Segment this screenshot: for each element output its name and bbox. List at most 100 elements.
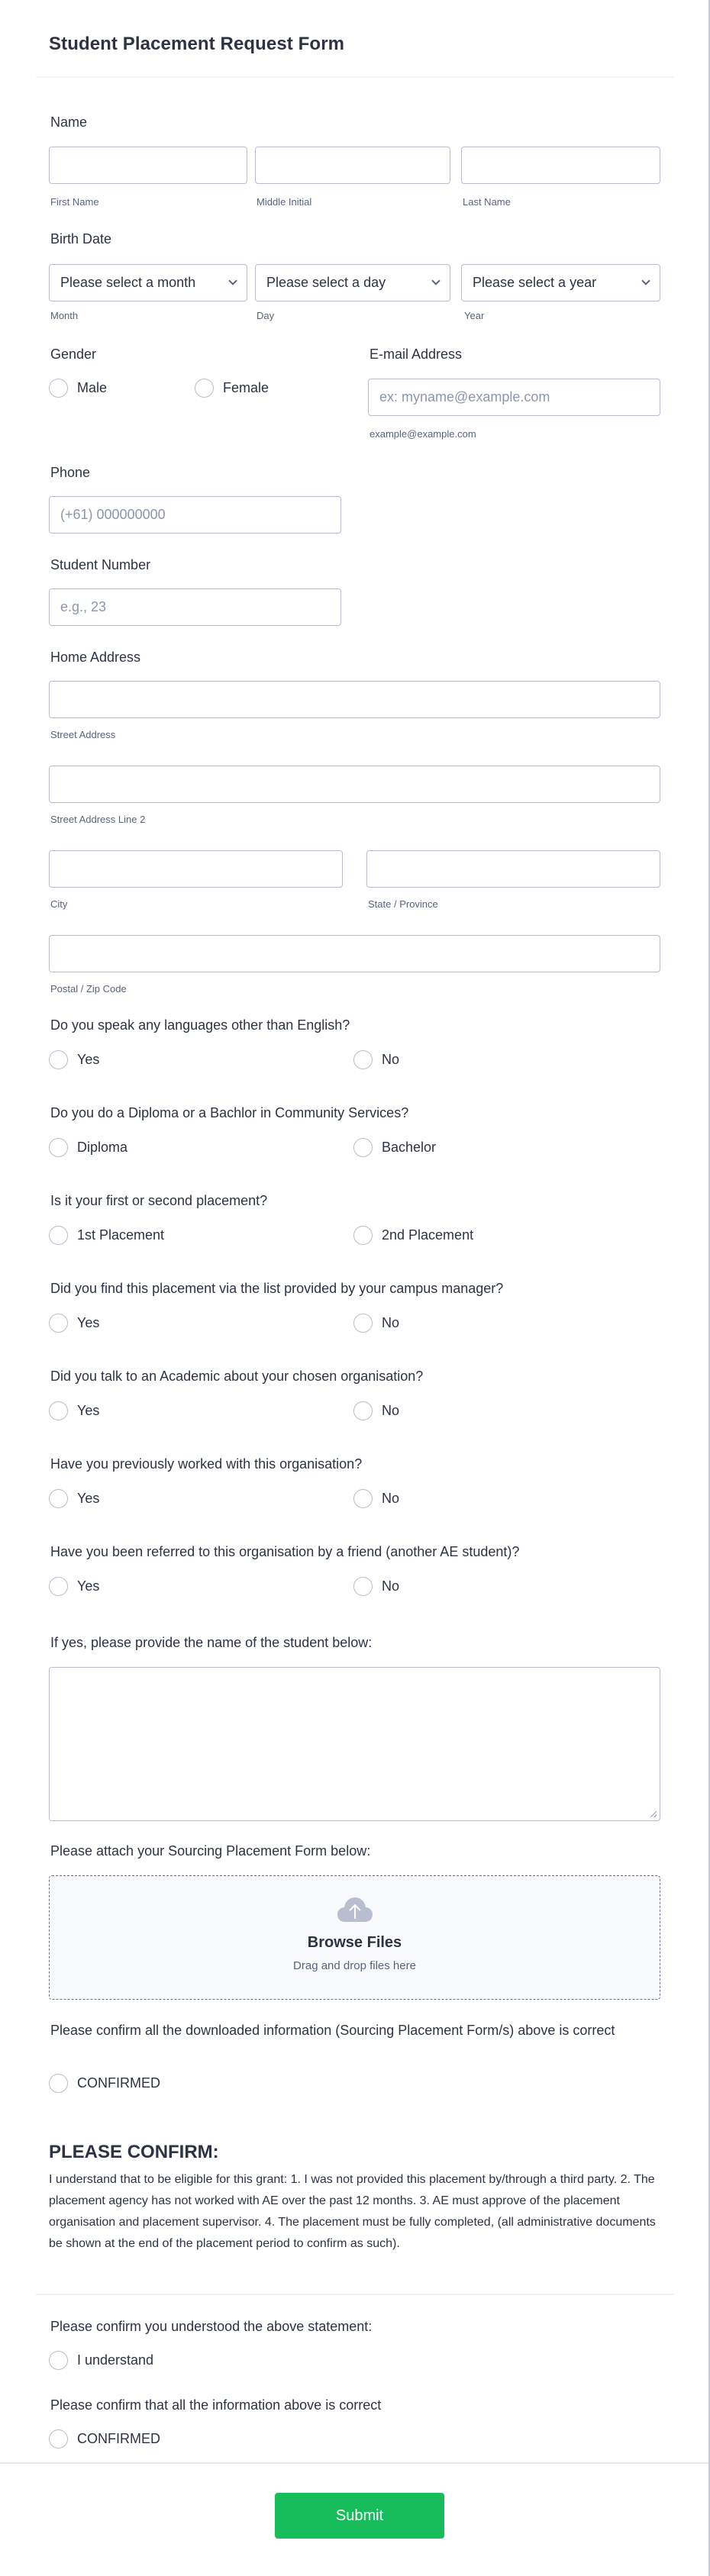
question-label: Do you do a Diploma or a Bachlor in Comm… bbox=[50, 1105, 409, 1120]
radio-circle[interactable] bbox=[49, 1489, 68, 1508]
radio-circle[interactable] bbox=[49, 379, 68, 398]
option-label: CONFIRMED bbox=[77, 2075, 160, 2091]
student-number-input[interactable]: e.g., 23 bbox=[49, 588, 341, 626]
phone-placeholder: (+61) 000000000 bbox=[60, 507, 166, 522]
state-province-sublabel: State / Province bbox=[368, 898, 438, 910]
last-name-sublabel: Last Name bbox=[463, 196, 511, 208]
birth-year-select[interactable]: Please select a year bbox=[461, 264, 660, 301]
street-address-line2-sublabel: Street Address Line 2 bbox=[50, 814, 146, 825]
option-label: No bbox=[382, 1491, 400, 1506]
form-title: Student Placement Request Form bbox=[49, 34, 345, 54]
middle-initial-input[interactable] bbox=[255, 147, 450, 184]
confirm-downloaded-option[interactable]: CONFIRMED bbox=[49, 2074, 160, 2093]
referral-name-label: If yes, please provide the name of the s… bbox=[50, 1635, 373, 1650]
header-divider bbox=[36, 76, 674, 78]
city-input[interactable] bbox=[49, 850, 343, 888]
question-label: Did you talk to an Academic about your c… bbox=[50, 1369, 424, 1384]
option-label: No bbox=[382, 1403, 400, 1418]
drag-drop-hint: Drag and drop files here bbox=[293, 1959, 416, 1972]
question-option[interactable]: Yes bbox=[49, 1577, 99, 1596]
chevron-down-icon bbox=[228, 276, 237, 285]
question-option[interactable]: Bachelor bbox=[353, 1138, 436, 1157]
question-label: Have you previously worked with this org… bbox=[50, 1456, 363, 1472]
radio-circle[interactable] bbox=[49, 1577, 68, 1596]
please-confirm-text: I understand that to be eligible for thi… bbox=[49, 2173, 656, 2250]
name-label: Name bbox=[50, 114, 88, 130]
statement-divider bbox=[36, 2294, 674, 2295]
option-label: Yes bbox=[77, 1315, 100, 1330]
browse-files-button[interactable]: Browse Files bbox=[308, 1934, 402, 1952]
radio-circle[interactable] bbox=[353, 1050, 373, 1069]
question-option[interactable]: Yes bbox=[49, 1489, 99, 1508]
radio-circle[interactable] bbox=[49, 1138, 68, 1157]
option-label: 1st Placement bbox=[77, 1227, 165, 1243]
question-option[interactable]: Diploma bbox=[49, 1138, 127, 1157]
radio-circle[interactable] bbox=[49, 1314, 68, 1333]
postal-code-input[interactable] bbox=[49, 935, 660, 972]
file-upload-dropzone[interactable]: Browse Files Drag and drop files here bbox=[49, 1875, 660, 2000]
confirm-all-label: Please confirm that all the information … bbox=[50, 2397, 382, 2413]
question-label: Is it your first or second placement? bbox=[50, 1193, 268, 1208]
question-label: Do you speak any languages other than En… bbox=[50, 1017, 350, 1033]
question-option[interactable]: No bbox=[353, 1577, 399, 1596]
email-sublabel: example@example.com bbox=[370, 428, 476, 440]
radio-circle[interactable] bbox=[49, 2074, 68, 2093]
state-province-input[interactable] bbox=[366, 850, 660, 888]
understood-label: Please confirm you understood the above … bbox=[50, 2319, 373, 2334]
street-address-input[interactable] bbox=[49, 681, 660, 718]
question-option[interactable]: Yes bbox=[49, 1314, 99, 1333]
birth-month-value: Please select a month bbox=[60, 275, 196, 290]
last-name-input[interactable] bbox=[461, 147, 660, 184]
radio-circle[interactable] bbox=[353, 1138, 373, 1157]
phone-label: Phone bbox=[50, 465, 91, 480]
understood-option[interactable]: I understand bbox=[49, 2351, 153, 2370]
radio-circle[interactable] bbox=[353, 1489, 373, 1508]
option-label: No bbox=[382, 1052, 400, 1067]
radio-circle[interactable] bbox=[49, 1401, 68, 1420]
radio-circle[interactable] bbox=[49, 1050, 68, 1069]
radio-circle[interactable] bbox=[353, 1314, 373, 1333]
question-option[interactable]: No bbox=[353, 1050, 399, 1069]
radio-circle[interactable] bbox=[49, 1226, 68, 1245]
phone-input[interactable]: (+61) 000000000 bbox=[49, 496, 341, 534]
option-label: 2nd Placement bbox=[382, 1227, 474, 1243]
question-option[interactable]: 1st Placement bbox=[49, 1226, 164, 1245]
option-label: Yes bbox=[77, 1578, 100, 1594]
question-option[interactable]: Yes bbox=[49, 1401, 99, 1420]
radio-circle[interactable] bbox=[353, 1577, 373, 1596]
city-sublabel: City bbox=[50, 898, 68, 910]
gender-option-female[interactable]: Female bbox=[195, 379, 269, 398]
chevron-down-icon bbox=[641, 276, 650, 285]
gender-option-male[interactable]: Male bbox=[49, 379, 107, 398]
email-input[interactable]: ex: myname@example.com bbox=[368, 379, 660, 416]
please-confirm-heading: PLEASE CONFIRM: bbox=[49, 2142, 219, 2162]
radio-circle[interactable] bbox=[49, 2351, 68, 2370]
birth-month-select[interactable]: Please select a month bbox=[49, 264, 247, 301]
birth-date-label: Birth Date bbox=[50, 231, 112, 247]
student-number-placeholder: e.g., 23 bbox=[60, 599, 107, 614]
question-label: Did you find this placement via the list… bbox=[50, 1281, 504, 1296]
radio-circle[interactable] bbox=[49, 2429, 68, 2449]
street-address-line2-input[interactable] bbox=[49, 766, 660, 803]
month-sublabel: Month bbox=[50, 310, 79, 321]
radio-circle[interactable] bbox=[353, 1226, 373, 1245]
resize-handle-icon[interactable] bbox=[650, 1811, 657, 1817]
question-option[interactable]: No bbox=[353, 1314, 399, 1333]
submit-button[interactable]: Submit bbox=[275, 2493, 444, 2539]
referral-name-textarea[interactable] bbox=[49, 1667, 660, 1821]
radio-circle[interactable] bbox=[353, 1401, 373, 1420]
email-placeholder: ex: myname@example.com bbox=[379, 389, 550, 405]
question-option[interactable]: Yes bbox=[49, 1050, 99, 1069]
option-label: Yes bbox=[77, 1403, 100, 1418]
home-address-label: Home Address bbox=[50, 650, 141, 665]
question-option[interactable]: No bbox=[353, 1489, 399, 1508]
radio-circle[interactable] bbox=[195, 379, 214, 398]
option-label: No bbox=[382, 1578, 400, 1594]
upload-label: Please attach your Sourcing Placement Fo… bbox=[50, 1843, 371, 1859]
question-option[interactable]: No bbox=[353, 1401, 399, 1420]
first-name-input[interactable] bbox=[49, 147, 247, 184]
middle-initial-sublabel: Middle Initial bbox=[257, 196, 312, 208]
question-option[interactable]: 2nd Placement bbox=[353, 1226, 473, 1245]
confirm-all-option[interactable]: CONFIRMED bbox=[49, 2429, 160, 2449]
birth-day-select[interactable]: Please select a day bbox=[255, 264, 450, 301]
